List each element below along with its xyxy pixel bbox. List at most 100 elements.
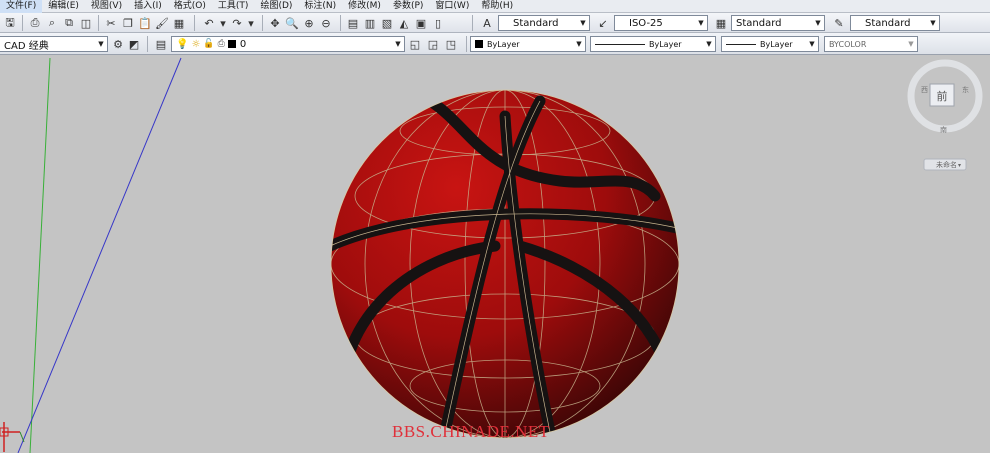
paste-icon[interactable]: 📋	[138, 16, 152, 30]
make-current-layer-icon[interactable]: ◱	[408, 37, 422, 51]
linetype-sample	[595, 43, 645, 45]
viewport-canvas: 前 西 东 南 未命名 ▾	[0, 57, 983, 453]
toolbar-separator	[98, 15, 99, 31]
save-icon[interactable]: 🖫	[3, 16, 17, 30]
plotstyle-select[interactable]: BYCOLOR ▼	[824, 36, 918, 52]
mleader-style-value: Standard	[865, 17, 911, 29]
lineweight-sample	[726, 43, 756, 45]
standard-toolbar: 🖫 ⎙ ⌕ ⧉ ◫ ✂ ❐ 📋 🖌 ▦ ↶ ▾ ↷ ▾ ✥ 🔍 ⊕ ⊖ ▤ ▥ …	[0, 13, 990, 33]
workspace-value: CAD 经典	[4, 40, 49, 52]
color-select[interactable]: ByLayer ▼	[470, 36, 586, 52]
toolbar-separator	[22, 15, 23, 31]
menu-parametric[interactable]: 参数(P)	[387, 0, 429, 13]
layer-on-icon: 💡	[176, 38, 189, 50]
menu-modify[interactable]: 修改(M)	[342, 0, 387, 13]
toolbar-separator	[466, 36, 467, 52]
mleader-style-select[interactable]: Standard ▼	[850, 15, 940, 31]
layer-thaw-icon: ☼	[191, 38, 201, 50]
chevron-down-icon: ▼	[908, 40, 914, 48]
layer-name-value: 0	[239, 38, 247, 50]
basketball-model[interactable]	[330, 89, 690, 453]
layer-unlock-icon: 🔓	[203, 39, 215, 49]
sheet-set-icon[interactable]: ◭	[397, 16, 411, 30]
menu-help[interactable]: 帮助(H)	[475, 0, 519, 13]
menu-insert[interactable]: 插入(I)	[128, 0, 168, 13]
menu-window[interactable]: 窗口(W)	[429, 0, 475, 13]
block-editor-icon[interactable]: ▦	[172, 16, 186, 30]
plot-preview-icon[interactable]: ⌕	[45, 16, 59, 30]
chevron-down-icon: ▼	[706, 40, 712, 48]
undo-dropdown-icon[interactable]: ▾	[216, 16, 230, 30]
text-style-icon[interactable]: A	[480, 16, 494, 30]
menu-dimension[interactable]: 标注(N)	[298, 0, 342, 13]
table-style-icon[interactable]: ▦	[714, 16, 728, 30]
text-style-select[interactable]: Standard ▼	[498, 15, 590, 31]
toolbar-separator	[194, 15, 195, 31]
publish-icon[interactable]: ⧉	[62, 16, 76, 30]
lineweight-select[interactable]: ByLayer ▼	[721, 36, 819, 52]
table-style-select[interactable]: Standard ▼	[731, 15, 825, 31]
calculator-icon[interactable]: ▯	[431, 16, 445, 30]
layer-plot-icon: ⎙	[217, 39, 225, 49]
ucs-menu-label: 未命名	[936, 160, 957, 169]
zoom-window-icon[interactable]: ⊕	[302, 16, 316, 30]
toolbar-separator	[340, 15, 341, 31]
layer-previous-icon[interactable]: ◲	[426, 37, 440, 51]
workspace-save-icon[interactable]: ◩	[127, 37, 141, 51]
tool-palettes-icon[interactable]: ▧	[380, 16, 394, 30]
zoom-realtime-icon[interactable]: 🔍	[285, 16, 299, 30]
toolbar-separator	[472, 15, 473, 31]
menu-draw[interactable]: 绘图(D)	[254, 0, 298, 13]
color-value: ByLayer	[487, 39, 520, 49]
zoom-previous-icon[interactable]: ⊖	[319, 16, 333, 30]
workspace-select[interactable]: CAD 经典 ▼	[0, 36, 108, 52]
markup-icon[interactable]: ▣	[414, 16, 428, 30]
design-center-icon[interactable]: ▥	[363, 16, 377, 30]
chevron-down-icon: ▼	[698, 19, 704, 27]
pan-icon[interactable]: ✥	[268, 16, 282, 30]
dim-style-value: ISO-25	[629, 17, 663, 29]
color-swatch	[475, 40, 483, 48]
ucs-menu-button[interactable]: 未命名 ▾	[923, 158, 967, 171]
drawing-viewport[interactable]: 前 西 东 南 未命名 ▾	[0, 56, 990, 453]
redo-icon[interactable]: ↷	[230, 16, 244, 30]
compass-west-label: 西	[921, 86, 928, 94]
layer-states-icon[interactable]: ◳	[444, 37, 458, 51]
chevron-down-icon: ▼	[580, 19, 586, 27]
menu-file[interactable]: 文件(F)	[0, 0, 43, 13]
print-icon[interactable]: ⎙	[28, 16, 42, 30]
linetype-value: ByLayer	[649, 39, 682, 49]
menu-view[interactable]: 视图(V)	[85, 0, 128, 13]
chevron-down-icon: ▼	[930, 19, 936, 27]
table-style-value: Standard	[736, 17, 782, 29]
mleader-style-icon[interactable]: ✎	[832, 16, 846, 30]
menu-edit[interactable]: 编辑(E)	[42, 0, 85, 13]
redo-dropdown-icon[interactable]: ▾	[244, 16, 258, 30]
copy-icon[interactable]: ❐	[121, 16, 135, 30]
dim-style-icon[interactable]: ↙	[596, 16, 610, 30]
compass-east-label: 东	[962, 85, 969, 94]
x-axis-line	[17, 57, 182, 453]
3d-dwf-icon[interactable]: ◫	[79, 16, 93, 30]
chevron-down-icon: ▼	[395, 40, 401, 48]
workspace-settings-icon[interactable]: ⚙	[111, 37, 125, 51]
menu-tools[interactable]: 工具(T)	[212, 0, 255, 13]
properties-icon[interactable]: ▤	[346, 16, 360, 30]
y-axis-line	[29, 57, 51, 453]
layer-properties-icon[interactable]: ▤	[154, 37, 168, 51]
chevron-down-icon: ▼	[809, 40, 815, 48]
watermark-text: BBS.CHINADE.NET	[392, 422, 550, 441]
dim-style-select[interactable]: ISO-25 ▼	[614, 15, 708, 31]
viewcube[interactable]: 前 西 东 南	[907, 59, 983, 134]
undo-icon[interactable]: ↶	[202, 16, 216, 30]
lineweight-value: ByLayer	[760, 39, 793, 49]
chevron-down-icon: ▼	[815, 19, 821, 27]
toolbar-separator	[147, 36, 148, 52]
menu-format[interactable]: 格式(O)	[168, 0, 212, 13]
layer-select[interactable]: 💡 ☼ 🔓 ⎙ 0 ▼	[171, 36, 405, 52]
chevron-down-icon: ▼	[576, 40, 582, 48]
match-properties-icon[interactable]: 🖌	[155, 16, 169, 30]
chevron-down-icon: ▼	[98, 40, 104, 48]
cut-icon[interactable]: ✂	[104, 16, 118, 30]
linetype-select[interactable]: ByLayer ▼	[590, 36, 716, 52]
